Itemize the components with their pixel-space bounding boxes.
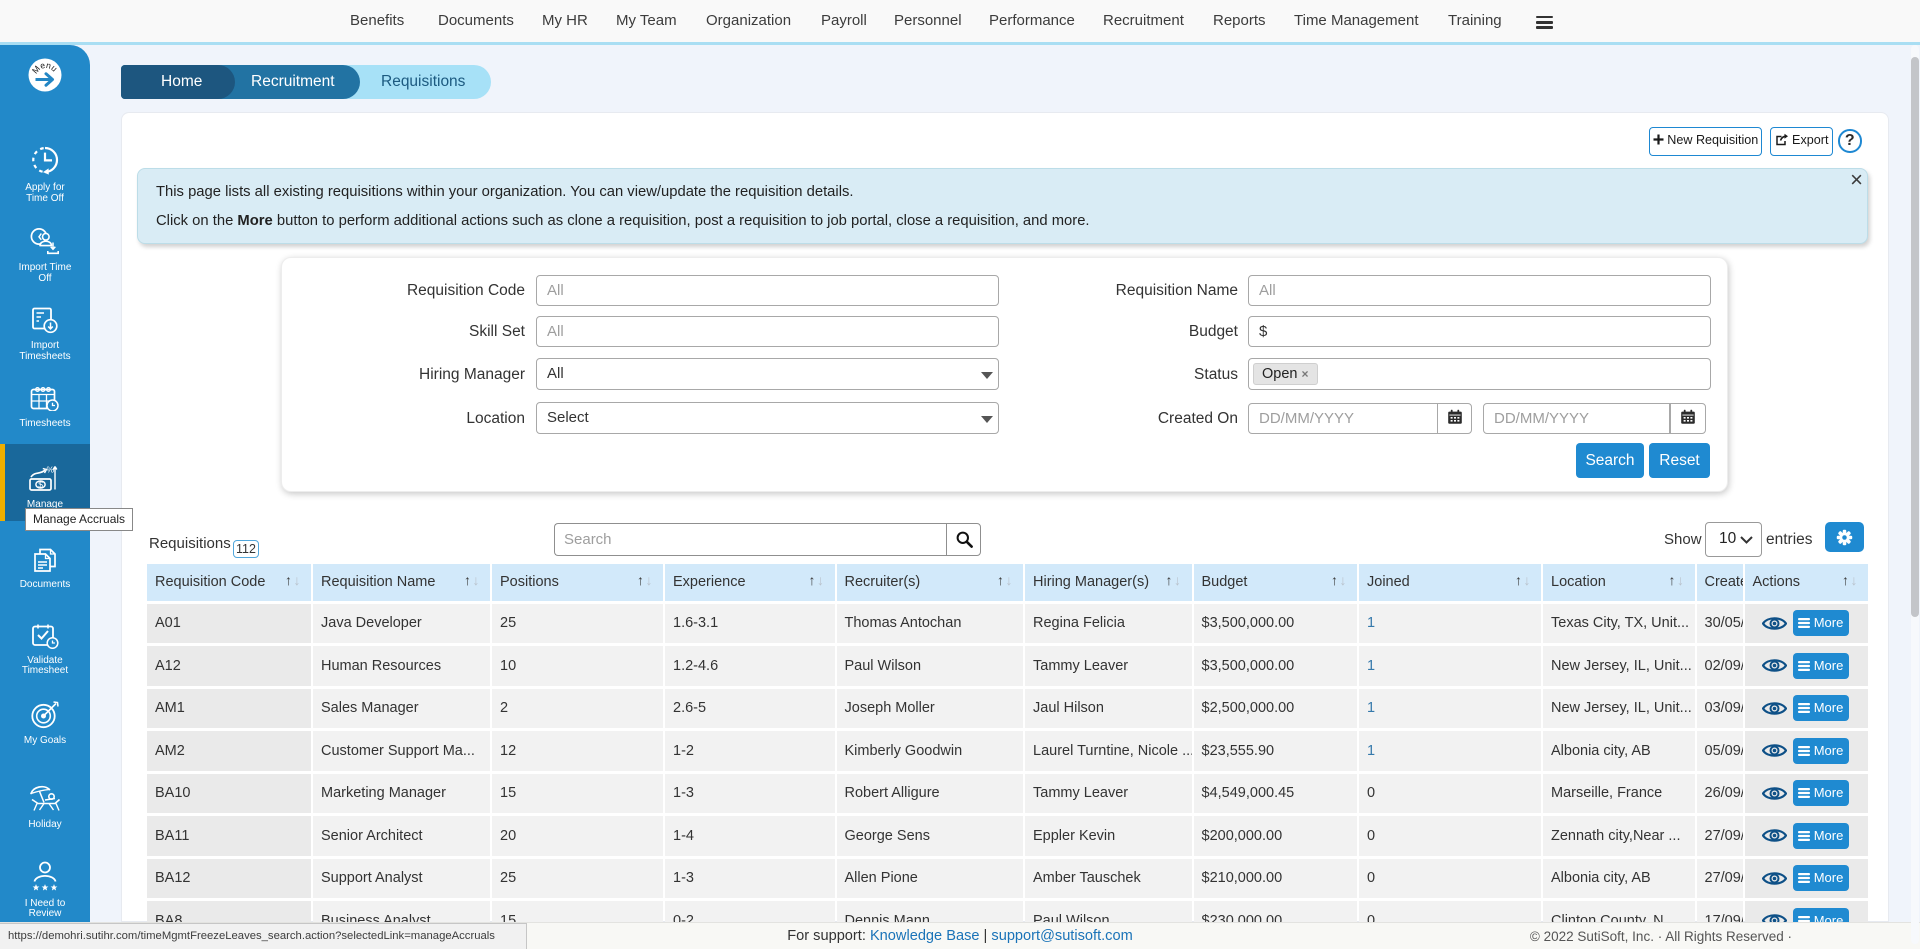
svg-text:$: $ — [38, 480, 43, 490]
